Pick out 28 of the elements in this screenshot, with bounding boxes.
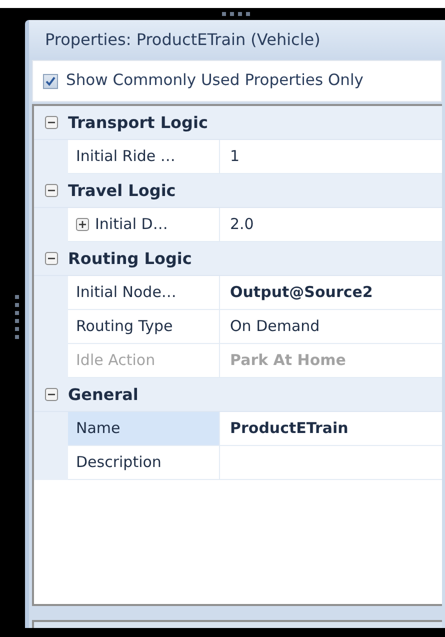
filter-checkbox[interactable] <box>43 74 58 88</box>
property-name[interactable]: Name <box>68 412 220 446</box>
property-name[interactable]: Routing Type <box>68 310 220 344</box>
property-name[interactable]: Description <box>68 446 220 480</box>
category-title: Travel Logic <box>68 180 176 202</box>
property-value[interactable]: 2.0 <box>220 208 442 242</box>
collapse-icon[interactable] <box>44 116 58 129</box>
grip-icon[interactable] <box>222 12 250 16</box>
property-name[interactable]: Initial D… <box>68 208 220 242</box>
property-name[interactable]: Initial Ride … <box>68 140 220 174</box>
category-header[interactable]: Travel Logic <box>34 174 442 208</box>
collapse-icon[interactable] <box>44 184 58 197</box>
collapse-icon[interactable] <box>44 388 58 401</box>
property-value[interactable]: On Demand <box>220 310 442 344</box>
property-value[interactable]: 1 <box>220 140 442 174</box>
category-header[interactable]: Transport Logic <box>34 106 442 140</box>
property-value[interactable]: ProductETrain <box>220 412 442 446</box>
category-title: Transport Logic <box>68 112 208 134</box>
category-header[interactable]: Routing Logic <box>34 242 442 276</box>
panel-title: Properties: ProductETrain (Vehicle) <box>29 20 445 60</box>
collapse-icon[interactable] <box>44 252 58 265</box>
category-title: Routing Logic <box>68 248 192 270</box>
category-header[interactable]: General <box>34 378 442 412</box>
property-value[interactable]: Output@Source2 <box>220 276 442 310</box>
grip-icon[interactable] <box>14 295 18 341</box>
category-title: General <box>68 384 138 406</box>
property-name[interactable]: Initial Node… <box>68 276 220 310</box>
expand-icon[interactable] <box>76 218 89 231</box>
